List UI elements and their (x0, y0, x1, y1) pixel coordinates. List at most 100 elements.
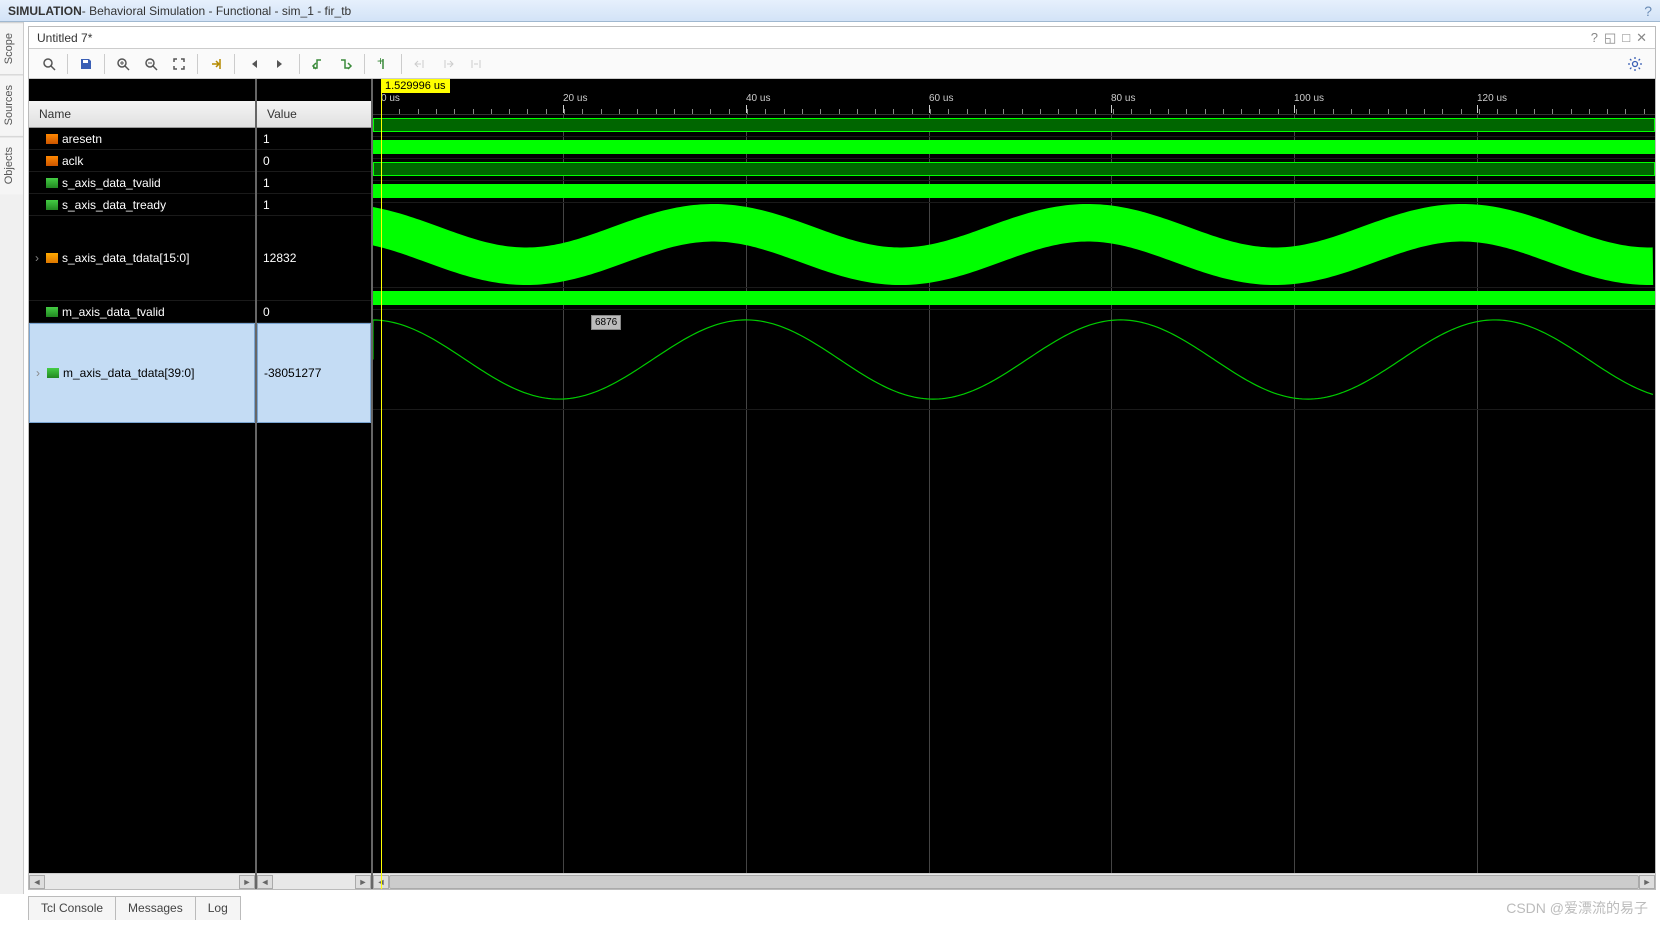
ruler-tick: 0 us (381, 93, 400, 104)
waveform-row[interactable] (373, 288, 1655, 310)
signal-value-row[interactable]: 0 (257, 301, 371, 323)
left-tab-strip: Scope Sources Objects (0, 22, 24, 894)
panel-help-icon[interactable]: ? (1591, 30, 1598, 46)
svg-text:+: + (377, 57, 384, 68)
digital-wave (373, 291, 1655, 305)
tab-sources[interactable]: Sources (0, 74, 23, 135)
scroll-left-icon[interactable]: ◄ (257, 875, 273, 889)
signal-type-icon (46, 178, 58, 188)
expand-icon[interactable]: › (36, 366, 44, 380)
scroll-right-icon[interactable]: ► (1639, 875, 1655, 889)
panel-restore-icon[interactable]: ◱ (1604, 30, 1616, 46)
value-header[interactable]: Value (257, 101, 371, 128)
ruler-tick: 20 us (563, 93, 587, 104)
tab-objects[interactable]: Objects (0, 136, 23, 194)
value-annotation: 6876 (591, 315, 621, 330)
ruler-tick: 100 us (1294, 93, 1324, 104)
cursor-line[interactable] (381, 79, 382, 889)
zoom-fit-icon[interactable] (167, 52, 191, 76)
go-to-start-icon[interactable] (241, 52, 265, 76)
expand-icon[interactable]: › (35, 251, 43, 265)
watermark: CSDN @爱漂流的易子 (1506, 898, 1648, 918)
signal-value: 0 (263, 154, 270, 168)
next-marker-icon[interactable] (436, 52, 460, 76)
signal-value-row[interactable]: 1 (257, 172, 371, 194)
name-header[interactable]: Name (29, 101, 255, 128)
name-scrollbar[interactable]: ◄ ► (29, 873, 255, 889)
wave-scrollbar[interactable]: ◄ ► (373, 873, 1655, 889)
signal-value: 1 (263, 198, 270, 212)
add-marker-icon[interactable]: + (371, 52, 395, 76)
signal-type-icon (46, 253, 58, 263)
prev-transition-icon[interactable] (306, 52, 330, 76)
ruler-tick: 120 us (1477, 93, 1507, 104)
zoom-in-icon[interactable] (111, 52, 135, 76)
waveform-row[interactable] (373, 137, 1655, 159)
swap-markers-icon[interactable] (464, 52, 488, 76)
go-to-cursor-icon[interactable] (204, 52, 228, 76)
signal-name-row[interactable]: › s_axis_data_tdata[15:0] (29, 216, 255, 301)
panel-maximize-icon[interactable]: □ (1622, 30, 1630, 46)
prev-marker-icon[interactable] (408, 52, 432, 76)
time-ruler[interactable]: 0 us20 us40 us60 us80 us100 us120 us (373, 93, 1655, 115)
signal-name: s_axis_data_tdata[15:0] (62, 251, 189, 265)
digital-wave (373, 118, 1655, 132)
toolbar: + (29, 49, 1655, 79)
value-column: Value 1 0 1 1 12832 0 -38051277 ◄ ► (257, 79, 373, 889)
signal-value: -38051277 (264, 366, 321, 380)
signal-type-icon (46, 156, 58, 166)
waveform-area[interactable]: 1.529996 us 0 us20 us40 us60 us80 us100 … (373, 79, 1655, 889)
signal-value-row[interactable]: 0 (257, 150, 371, 172)
signal-value-row[interactable]: -38051277 (257, 323, 371, 423)
value-scrollbar[interactable]: ◄ ► (257, 873, 371, 889)
tab-messages[interactable]: Messages (115, 896, 196, 920)
signal-value-row[interactable]: 12832 (257, 216, 371, 301)
waveform-row[interactable] (373, 203, 1655, 288)
zoom-out-icon[interactable] (139, 52, 163, 76)
go-to-end-icon[interactable] (269, 52, 293, 76)
tab-scope[interactable]: Scope (0, 22, 23, 74)
title-rest: - Behavioral Simulation - Functional - s… (82, 4, 351, 18)
signal-value-row[interactable]: 1 (257, 194, 371, 216)
waveform-row[interactable]: 6876 (373, 310, 1655, 410)
settings-icon[interactable] (1623, 52, 1647, 76)
digital-wave (373, 140, 1655, 154)
signal-value: 0 (263, 305, 270, 319)
digital-wave (373, 162, 1655, 176)
signal-name: aclk (62, 154, 83, 168)
waveform-row[interactable] (373, 115, 1655, 137)
tab-log[interactable]: Log (195, 896, 241, 920)
cursor-time-label[interactable]: 1.529996 us (381, 79, 450, 93)
scroll-right-icon[interactable]: ► (355, 875, 371, 889)
signal-name-row[interactable]: aclk (29, 150, 255, 172)
next-transition-icon[interactable] (334, 52, 358, 76)
panel-close-icon[interactable]: ✕ (1636, 30, 1647, 46)
app-title-bar: SIMULATION - Behavioral Simulation - Fun… (0, 0, 1660, 22)
tab-tcl-console[interactable]: Tcl Console (28, 896, 116, 920)
signal-name-row[interactable]: s_axis_data_tvalid (29, 172, 255, 194)
waveform-row[interactable] (373, 181, 1655, 203)
help-icon[interactable]: ? (1644, 3, 1652, 19)
scroll-right-icon[interactable]: ► (239, 875, 255, 889)
signal-name: m_axis_data_tvalid (62, 305, 165, 319)
signal-type-icon (47, 368, 59, 378)
title-bold: SIMULATION (8, 4, 82, 18)
waveform-panel: Untitled 7* ? ◱ □ ✕ + (28, 26, 1656, 890)
waveform-row[interactable] (373, 159, 1655, 181)
signal-value-row[interactable]: 1 (257, 128, 371, 150)
signal-name: aresetn (62, 132, 102, 146)
signal-name-row[interactable]: aresetn (29, 128, 255, 150)
search-icon[interactable] (37, 52, 61, 76)
scroll-left-icon[interactable]: ◄ (29, 875, 45, 889)
analog-wave (373, 310, 1655, 409)
signal-name-row[interactable]: ›m_axis_data_tdata[39:0] (29, 323, 255, 423)
panel-header: Untitled 7* ? ◱ □ ✕ (29, 27, 1655, 49)
bottom-tab-strip: Tcl Console Messages Log (28, 896, 240, 920)
ruler-tick: 80 us (1111, 93, 1135, 104)
scroll-thumb[interactable] (389, 875, 1639, 889)
save-icon[interactable] (74, 52, 98, 76)
digital-wave (373, 184, 1655, 198)
signal-value: 12832 (263, 251, 296, 265)
signal-name-row[interactable]: m_axis_data_tvalid (29, 301, 255, 323)
signal-name-row[interactable]: s_axis_data_tready (29, 194, 255, 216)
